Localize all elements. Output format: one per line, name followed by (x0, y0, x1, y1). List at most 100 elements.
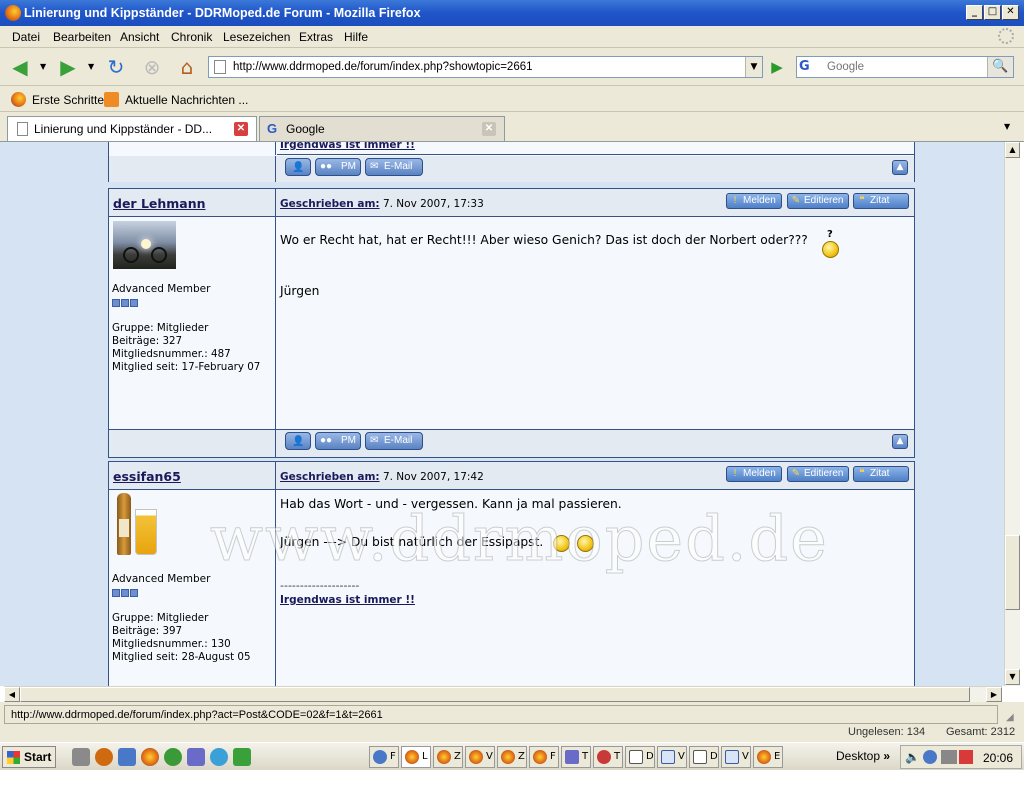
post-signature-name: Jürgen (280, 284, 320, 298)
scrollbar-thumb[interactable] (20, 687, 970, 702)
google-engine-icon[interactable]: G (799, 59, 823, 75)
edit-button[interactable]: ✎ Editieren (787, 193, 849, 209)
search-box[interactable]: G 🔍 (796, 56, 1014, 78)
menu-lesezeichen[interactable]: Lesezeichen (223, 30, 290, 44)
forward-dropdown-icon[interactable]: ▼ (88, 62, 94, 71)
menu-hilfe[interactable]: Hilfe (344, 30, 368, 44)
back-dropdown-icon[interactable]: ▼ (40, 62, 46, 71)
search-icon[interactable]: 🔍 (987, 57, 1013, 77)
report-button[interactable]: ! Melden (726, 193, 782, 209)
post-author[interactable]: der Lehmann (113, 196, 206, 211)
antivirus-tray-icon[interactable] (959, 750, 973, 764)
horizontal-scrollbar[interactable]: ◀ ▶ (4, 686, 1002, 702)
scroll-right-icon[interactable]: ▶ (986, 687, 1002, 702)
laughing-smiley-icon (553, 535, 570, 552)
scroll-down-icon[interactable]: ▼ (1005, 669, 1020, 685)
task-button-4[interactable]: V (465, 746, 495, 768)
scroll-up-icon[interactable]: ▲ (1005, 142, 1020, 158)
task-button-3[interactable]: Z (433, 746, 463, 768)
avatar (113, 493, 159, 557)
profile-button[interactable]: 👤 (285, 158, 311, 176)
menu-ansicht[interactable]: Ansicht (120, 30, 159, 44)
bookmark-aktuelle-nachrichten[interactable]: Aktuelle Nachrichten ... (125, 93, 248, 107)
stop-icon[interactable]: ⊗ (140, 56, 164, 78)
close-button[interactable]: ✕ (1002, 5, 1019, 20)
menu-extras[interactable]: Extras (299, 30, 333, 44)
email-button[interactable]: ✉ E-Mail (365, 158, 423, 176)
volume-icon[interactable]: 🔈 (905, 750, 920, 764)
unread-count: Ungelesen: 134 (848, 726, 926, 738)
forward-icon[interactable]: ▶ (56, 56, 80, 78)
task-button-10[interactable]: V (657, 746, 687, 768)
clock: 20:06 (982, 751, 1013, 765)
bookmark-erste-schritte[interactable]: Erste Schritte (32, 93, 104, 107)
document-icon (629, 750, 643, 764)
show-desktop-icon[interactable] (72, 748, 90, 766)
messenger-icon[interactable] (210, 748, 228, 766)
back-icon[interactable]: ◀ (8, 56, 32, 78)
pm-button[interactable]: ●● PM (315, 432, 361, 450)
minimize-button[interactable]: _ (966, 5, 983, 20)
task-button-12[interactable]: V (721, 746, 751, 768)
task-button-6[interactable]: F (529, 746, 559, 768)
media-player-icon[interactable] (164, 748, 182, 766)
task-button-2[interactable]: L (401, 746, 431, 768)
post-date: Geschrieben am: 7. Nov 2007, 17:33 (280, 198, 484, 210)
program-icon[interactable] (233, 748, 251, 766)
firefox-task-icon (757, 750, 771, 764)
start-button[interactable]: Start (2, 746, 56, 768)
resize-grip-icon[interactable]: ◢ (1006, 712, 1014, 723)
scroll-left-icon[interactable]: ◀ (4, 687, 20, 702)
scrollbar-thumb[interactable] (1005, 535, 1020, 610)
task-button-11[interactable]: D (689, 746, 719, 768)
task-button-7[interactable]: T (561, 746, 591, 768)
page-icon (17, 122, 28, 136)
task-button-1[interactable]: F (369, 746, 399, 768)
vertical-scrollbar[interactable]: ▲ ▼ (1004, 142, 1020, 686)
reload-icon[interactable]: ↻ (104, 56, 128, 78)
wink-smiley-icon (577, 535, 594, 552)
close-tab-icon[interactable]: ✕ (482, 122, 496, 136)
member-rank: Advanced Member (112, 283, 211, 295)
menu-bearbeiten[interactable]: Bearbeiten (53, 30, 111, 44)
email-button[interactable]: ✉ E-Mail (365, 432, 423, 450)
task-button-5[interactable]: Z (497, 746, 527, 768)
quote-button[interactable]: ❝ Zitat (853, 466, 909, 482)
status-text: http://www.ddrmoped.de/forum/index.php?a… (4, 705, 998, 724)
network-tray-icon[interactable] (923, 750, 937, 764)
tab-linierung[interactable]: Linierung und Kippständer - DD... ✕ (7, 116, 257, 141)
menu-chronik[interactable]: Chronik (171, 30, 212, 44)
close-tab-icon[interactable]: ✕ (234, 122, 248, 136)
tab-google[interactable]: G Google ✕ (259, 116, 505, 141)
signature-link[interactable]: Irgendwas ist immer !! (280, 142, 415, 151)
settings-icon[interactable] (95, 748, 113, 766)
menu-datei[interactable]: Datei (12, 30, 40, 44)
firefox-quicklaunch-icon[interactable] (141, 748, 159, 766)
search-input[interactable] (827, 59, 987, 75)
report-button[interactable]: ! Melden (726, 466, 782, 482)
task-button-8[interactable]: T (593, 746, 623, 768)
signature-link[interactable]: Irgendwas ist immer !! (280, 594, 415, 606)
explorer-icon[interactable] (118, 748, 136, 766)
task-button-13[interactable]: E (753, 746, 783, 768)
confused-smiley-icon (822, 241, 839, 258)
home-icon[interactable]: ⌂ (175, 56, 199, 78)
keyboard-tray-icon[interactable] (941, 750, 957, 764)
post-der-lehmann: der Lehmann Geschrieben am: 7. Nov 2007,… (108, 188, 915, 458)
profile-button[interactable]: 👤 (285, 432, 311, 450)
firefox-icon (5, 5, 21, 21)
scroll-top-icon[interactable]: ▲ (892, 434, 908, 449)
maximize-button[interactable]: □ (984, 5, 1001, 20)
url-dropdown-icon[interactable]: ▼ (745, 57, 762, 77)
quote-button[interactable]: ❝ Zitat (853, 193, 909, 209)
pm-button[interactable]: ●● PM (315, 158, 361, 176)
scroll-top-icon[interactable]: ▲ (892, 160, 908, 175)
go-icon[interactable]: ▶ (766, 57, 788, 77)
edit-button[interactable]: ✎ Editieren (787, 466, 849, 482)
network-icon[interactable] (187, 748, 205, 766)
desktop-toolbar-label[interactable]: Desktop » (836, 749, 890, 763)
post-author[interactable]: essifan65 (113, 469, 181, 484)
tab-list-icon[interactable]: ▼ (1004, 122, 1010, 131)
task-button-9[interactable]: D (625, 746, 655, 768)
url-bar[interactable]: http://www.ddrmoped.de/forum/index.php?s… (208, 56, 763, 78)
